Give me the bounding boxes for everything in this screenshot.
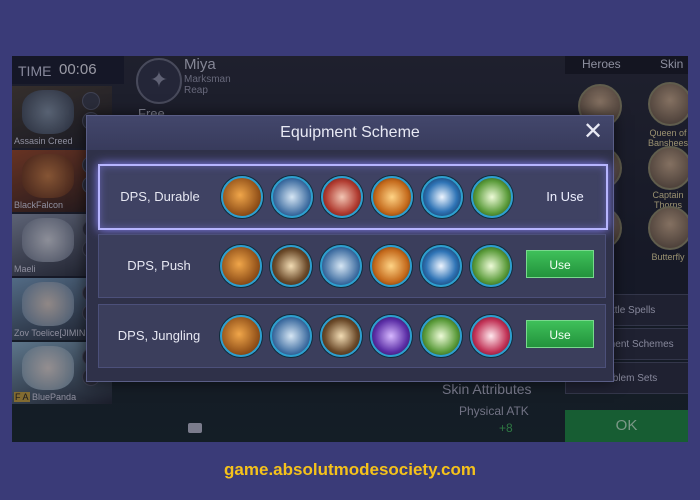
close-icon[interactable]: ✕ [582,120,604,144]
bow-icon[interactable] [370,245,412,287]
blade-icon[interactable] [270,315,312,357]
scheme-row-dps-durable[interactable]: DPS, Durable In Use [98,164,608,230]
use-button[interactable]: Use [526,250,594,278]
red-sword-icon[interactable] [470,315,512,357]
dialog-title: Equipment Scheme [87,116,613,150]
scheme-name: DPS, Jungling [117,328,201,343]
spear-icon[interactable] [420,315,462,357]
watermark-text: game.absolutmodesociety.com [224,460,476,479]
axe-icon[interactable] [320,315,362,357]
spear-icon[interactable] [471,176,513,218]
purple-blade-icon[interactable] [370,315,412,357]
use-button[interactable]: Use [526,320,594,348]
scheme-row-dps-jungling[interactable]: DPS, Jungling Use [98,304,606,368]
axe-icon[interactable] [270,245,312,287]
boots-icon[interactable] [220,315,262,357]
in-use-label: In Use [546,189,584,204]
scheme-name: DPS, Push [127,258,191,273]
scheme-name: DPS, Durable [120,189,200,204]
crescent-blade-icon[interactable] [421,176,463,218]
equipment-scheme-dialog: Equipment Scheme ✕ DPS, Durable In Use D… [86,115,614,382]
claw-icon[interactable] [321,176,363,218]
boots-icon[interactable] [221,176,263,218]
bow-icon[interactable] [371,176,413,218]
crescent-blade-icon[interactable] [420,245,462,287]
boots-icon[interactable] [220,245,262,287]
blade-icon[interactable] [320,245,362,287]
spear-icon[interactable] [470,245,512,287]
blade-icon[interactable] [271,176,313,218]
scheme-row-dps-push[interactable]: DPS, Push Use [98,234,606,298]
